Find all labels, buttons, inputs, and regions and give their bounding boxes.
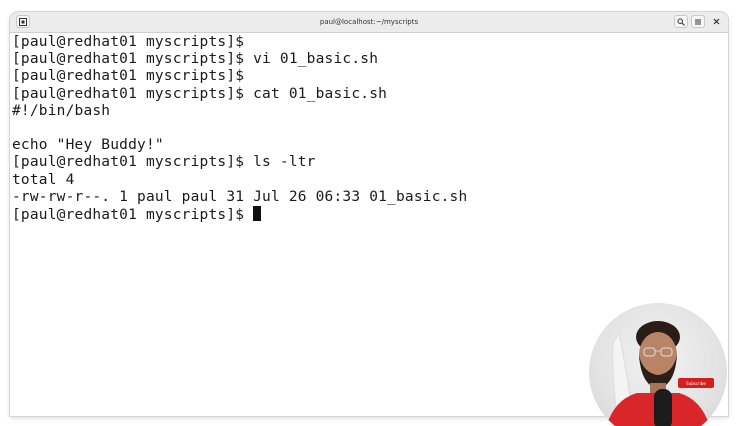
subscribe-badge: Subscribe: [678, 378, 714, 388]
terminal-line: [paul@redhat01 myscripts]$: [12, 34, 245, 50]
new-tab-button[interactable]: [16, 15, 30, 28]
title-bar: paul@localhost:~/myscripts: [10, 12, 728, 33]
search-button[interactable]: [674, 15, 688, 28]
menu-button[interactable]: [691, 15, 705, 28]
screen: paul@localhost:~/myscripts [paul@redhat0…: [0, 0, 740, 426]
search-icon: [677, 17, 685, 26]
text-cursor: [253, 205, 262, 221]
hamburger-menu-icon: [695, 19, 701, 24]
close-icon: [713, 18, 719, 25]
terminal-prompt-line: [paul@redhat01 myscripts]$: [12, 205, 726, 223]
terminal-line: [paul@redhat01 myscripts]$ vi 01_basic.s…: [12, 51, 379, 68]
terminal-line: [paul@redhat01 myscripts]$: [12, 68, 245, 85]
terminal-line: echo "Hey Buddy!": [12, 137, 164, 154]
new-tab-icon: [19, 17, 27, 26]
terminal-line: [paul@redhat01 myscripts]$ ls -ltr: [12, 154, 316, 171]
terminal-line: #!/bin/bash: [12, 102, 111, 119]
terminal-line: total 4: [12, 171, 75, 188]
terminal-prompt: [paul@redhat01 myscripts]$: [12, 206, 254, 223]
close-button[interactable]: [709, 15, 723, 28]
terminal-line: -rw-rw-r--. 1 paul paul 31 Jul 26 06:33 …: [12, 188, 468, 205]
terminal-line: [paul@redhat01 myscripts]$ cat 01_basic.…: [12, 85, 388, 102]
subscribe-badge-label: Subscribe: [686, 380, 706, 386]
window-title: paul@localhost:~/myscripts: [319, 18, 419, 26]
